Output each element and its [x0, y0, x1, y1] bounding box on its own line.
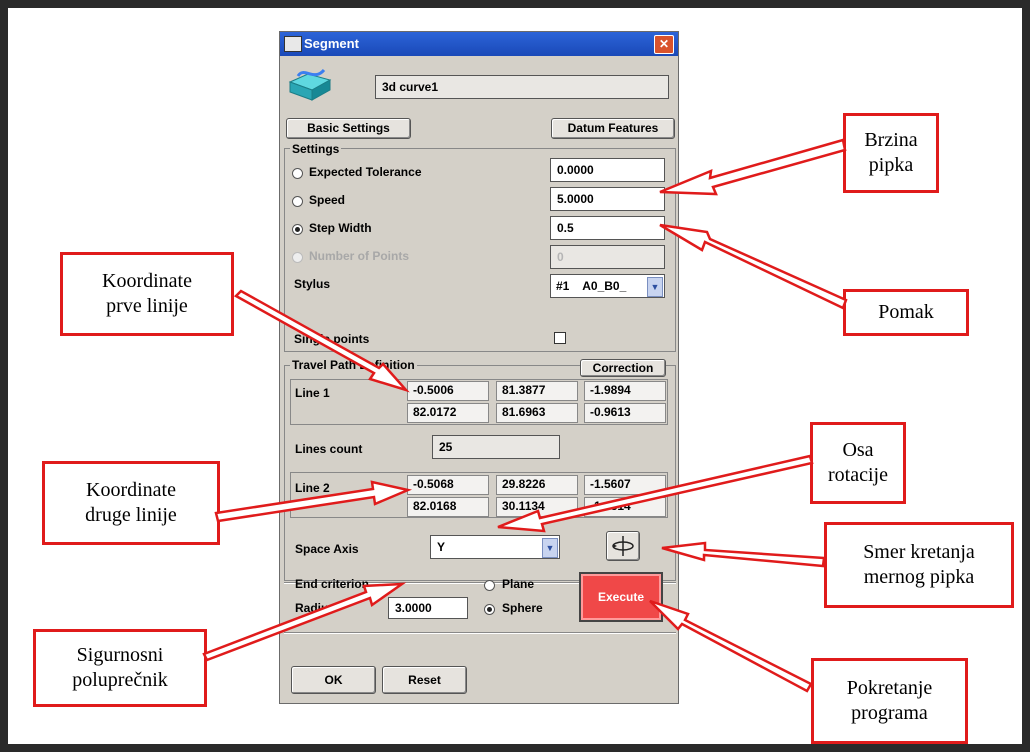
arrow-osa [497, 454, 814, 533]
arrow-sigurnosni [202, 582, 407, 662]
arrow-smer [661, 541, 826, 568]
annotation-arrows [202, 138, 848, 693]
arrow-druge-linije [214, 480, 413, 523]
arrow-pomak [659, 223, 848, 310]
arrow-brzina [659, 138, 847, 196]
arrow-pokretanje [649, 599, 813, 693]
arrow-prve-linije [233, 289, 410, 393]
